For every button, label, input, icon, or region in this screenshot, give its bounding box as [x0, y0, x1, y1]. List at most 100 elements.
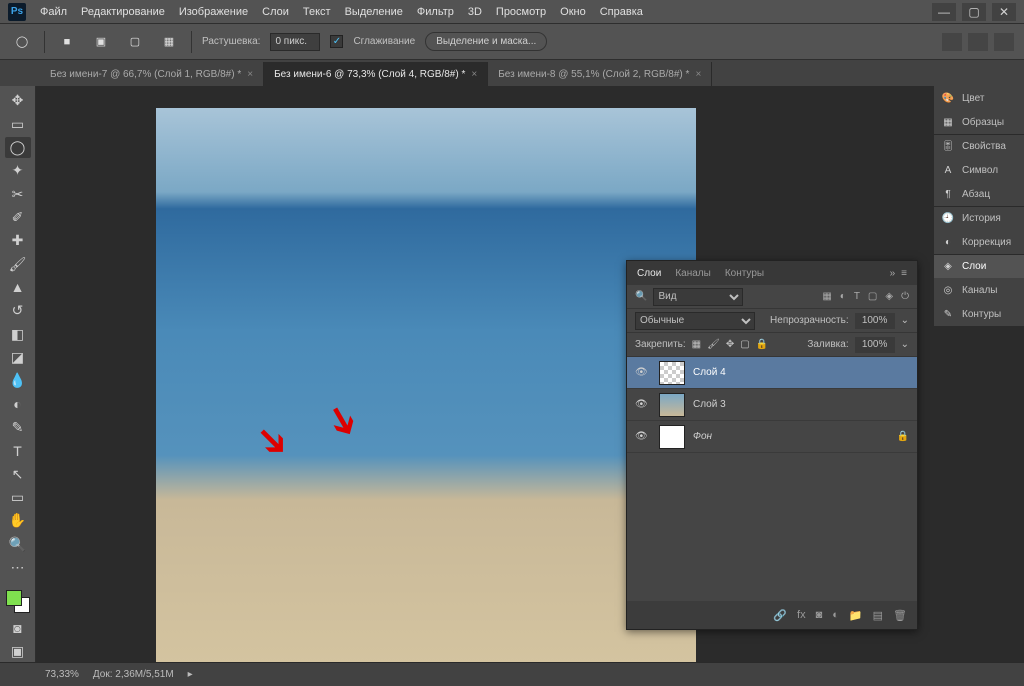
selection-new-icon[interactable]: ■ [55, 31, 79, 53]
group-icon[interactable]: 📁 [849, 609, 863, 622]
layer-name[interactable]: Слой 4 [693, 367, 726, 378]
panel-paragraph[interactable]: ¶Абзац [934, 182, 1024, 206]
chevron-down-icon[interactable]: ⌄ [901, 339, 909, 350]
menu-text[interactable]: Текст [303, 6, 331, 18]
panel-paths[interactable]: ✎Контуры [934, 302, 1024, 326]
filter-adjust-icon[interactable]: ◐ [840, 291, 846, 302]
lasso-tool-icon[interactable]: ◯ [10, 31, 34, 53]
foreground-swatch[interactable] [6, 590, 22, 606]
fill-value[interactable]: 100% [855, 337, 895, 353]
layer-row[interactable]: 👁 Фон 🔒 [627, 421, 917, 453]
opt-extra-3[interactable] [994, 33, 1014, 51]
menu-window[interactable]: Окно [560, 6, 586, 18]
panel-history[interactable]: 🕘История [934, 206, 1024, 230]
tool-lasso[interactable]: ◯ [5, 137, 31, 158]
opacity-value[interactable]: 100% [855, 313, 895, 329]
panel-character[interactable]: AСимвол [934, 158, 1024, 182]
collapse-icon[interactable]: » [890, 268, 896, 279]
filter-shape-icon[interactable]: ▢ [868, 291, 877, 302]
select-and-mask-button[interactable]: Выделение и маска... [425, 32, 547, 51]
tool-pen[interactable]: ✎ [5, 417, 31, 438]
panel-menu-icon[interactable]: ≡ [901, 268, 907, 279]
chevron-right-icon[interactable]: ▸ [188, 669, 193, 680]
panel-channels[interactable]: ◎Каналы [934, 278, 1024, 302]
layers-tab[interactable]: Слои [637, 268, 661, 279]
panel-color[interactable]: 🎨Цвет [934, 86, 1024, 110]
document-tab[interactable]: Без имени-7 @ 66,7% (Слой 1, RGB/8#) *× [40, 62, 264, 86]
filter-smart-icon[interactable]: ◈ [885, 291, 893, 302]
layer-thumb[interactable] [659, 425, 685, 449]
lock-all-icon[interactable]: 🔒 [756, 339, 768, 350]
minimize-button[interactable]: ― [932, 3, 956, 21]
antialias-checkbox[interactable]: ✓ [330, 35, 343, 48]
selection-add-icon[interactable]: ▣ [89, 31, 113, 53]
tool-marquee[interactable]: ▭ [5, 113, 31, 134]
feather-input[interactable] [270, 33, 320, 51]
menu-layers[interactable]: Слои [262, 6, 289, 18]
layer-thumb[interactable] [659, 393, 685, 417]
tool-quickmask[interactable]: ◙ [5, 617, 31, 638]
tool-heal[interactable]: ✚ [5, 230, 31, 251]
layer-name[interactable]: Фон [693, 431, 712, 442]
close-icon[interactable]: × [247, 69, 253, 80]
opt-extra-2[interactable] [968, 33, 988, 51]
layer-row[interactable]: 👁 Слой 3 [627, 389, 917, 421]
layer-row[interactable]: 👁 Слой 4 [627, 357, 917, 389]
tool-zoom[interactable]: 🔍 [5, 534, 31, 555]
tool-eraser[interactable]: ◧ [5, 323, 31, 344]
panel-swatches[interactable]: ▦Образцы [934, 110, 1024, 134]
filter-toggle[interactable]: ⏻ [901, 291, 909, 302]
tool-history[interactable]: ↺ [5, 300, 31, 321]
panel-layers[interactable]: ◈Слои [934, 254, 1024, 278]
paths-tab[interactable]: Контуры [725, 268, 764, 279]
tool-eyedropper[interactable]: ✐ [5, 207, 31, 228]
tool-screenmode[interactable]: ▣ [5, 641, 31, 662]
opt-extra-1[interactable] [942, 33, 962, 51]
doc-size[interactable]: Док: 2,36M/5,51M [93, 669, 174, 680]
selection-intersect-icon[interactable]: ▦ [157, 31, 181, 53]
lock-trans-icon[interactable]: ▦ [692, 339, 701, 350]
tool-type[interactable]: T [5, 440, 31, 461]
tool-dodge[interactable]: ◐ [5, 393, 31, 414]
visibility-icon[interactable]: 👁 [635, 431, 651, 442]
mask-icon[interactable]: ◙ [816, 609, 823, 621]
tool-brush[interactable]: 🖌 [5, 253, 31, 274]
fx-icon[interactable]: fx [797, 609, 806, 621]
panel-adjustments[interactable]: ◐Коррекция [934, 230, 1024, 254]
filter-type-icon[interactable]: T [854, 291, 860, 302]
tool-stamp[interactable]: ▲ [5, 277, 31, 298]
adjustment-icon[interactable]: ◐ [832, 609, 839, 621]
lock-pixel-icon[interactable]: 🖌 [707, 339, 720, 350]
selection-sub-icon[interactable]: ▢ [123, 31, 147, 53]
menu-help[interactable]: Справка [600, 6, 643, 18]
tool-gradient[interactable]: ◪ [5, 347, 31, 368]
menu-3d[interactable]: 3D [468, 6, 482, 18]
panel-properties[interactable]: 🎚Свойства [934, 134, 1024, 158]
chevron-down-icon[interactable]: ⌄ [901, 315, 909, 326]
menu-view[interactable]: Просмотр [496, 6, 546, 18]
document-tab[interactable]: Без имени-8 @ 55,1% (Слой 2, RGB/8#) *× [488, 62, 712, 86]
filter-pixel-icon[interactable]: ▦ [822, 291, 831, 302]
menu-select[interactable]: Выделение [345, 6, 403, 18]
tool-more[interactable]: ⋯ [5, 557, 31, 578]
tool-quickselect[interactable]: ✦ [5, 160, 31, 181]
menu-filter[interactable]: Фильтр [417, 6, 454, 18]
close-button[interactable]: ✕ [992, 3, 1016, 21]
lock-artboard-icon[interactable]: ▢ [740, 339, 749, 350]
tool-move[interactable]: ✥ [5, 90, 31, 111]
layer-name[interactable]: Слой 3 [693, 399, 726, 410]
tool-hand[interactable]: ✋ [5, 510, 31, 531]
channels-tab[interactable]: Каналы [675, 268, 711, 279]
filter-select[interactable]: Вид [653, 288, 743, 306]
menu-file[interactable]: Файл [40, 6, 67, 18]
layer-thumb[interactable] [659, 361, 685, 385]
tool-path[interactable]: ↖ [5, 464, 31, 485]
maximize-button[interactable]: ▢ [962, 3, 986, 21]
tool-blur[interactable]: 💧 [5, 370, 31, 391]
tool-crop[interactable]: ✂ [5, 183, 31, 204]
menu-edit[interactable]: Редактирование [81, 6, 165, 18]
color-swatches[interactable] [4, 588, 32, 615]
blend-mode-select[interactable]: Обычные [635, 312, 755, 330]
menu-image[interactable]: Изображение [179, 6, 248, 18]
visibility-icon[interactable]: 👁 [635, 399, 651, 410]
